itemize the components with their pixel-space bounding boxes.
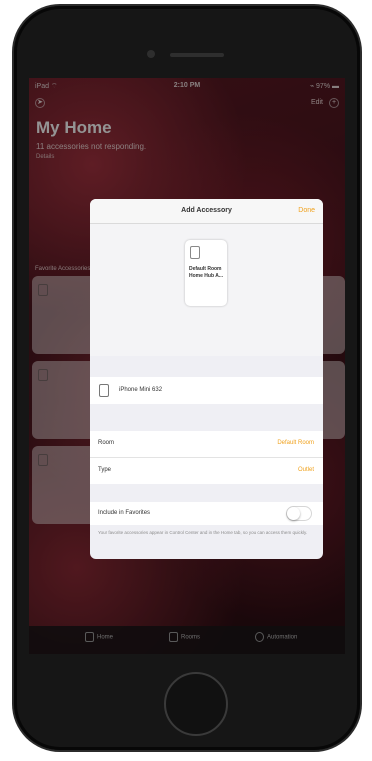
- favorites-row: Include in Favorites: [90, 502, 323, 525]
- room-value[interactable]: Default Room: [277, 440, 314, 446]
- earpiece-speaker: [170, 53, 224, 57]
- sheet-title: Add Accessory: [181, 207, 232, 214]
- favorites-footnote: Your favorite accessories appear in Cont…: [98, 530, 308, 535]
- accessory-preview: Default Room Home Hub A...: [90, 224, 323, 356]
- preview-tile: Default Room Home Hub A...: [185, 240, 227, 306]
- favorites-toggle[interactable]: [286, 506, 312, 521]
- type-label: Type: [98, 467, 112, 473]
- type-value[interactable]: Outlet: [298, 467, 314, 473]
- done-button[interactable]: Done: [298, 207, 315, 214]
- toggle-knob: [287, 507, 300, 520]
- sheet-header: Add Accessory Done: [90, 199, 323, 224]
- screen: iPad ⌔ 2:10 PM ⌁ 97% ▬ ➤ Edit + My Home …: [29, 78, 345, 654]
- add-accessory-sheet: Add Accessory Done Default Room Home Hub…: [90, 199, 323, 559]
- type-row[interactable]: Type Outlet: [90, 458, 323, 484]
- home-button[interactable]: [164, 672, 228, 736]
- front-camera: [147, 50, 155, 58]
- accessory-name[interactable]: iPhone Mini 632: [119, 387, 162, 393]
- outlet-icon: [99, 384, 109, 397]
- outlet-icon: [190, 246, 200, 259]
- phone-frame: iPad ⌔ 2:10 PM ⌁ 97% ▬ ➤ Edit + My Home …: [14, 6, 360, 750]
- room-label: Room: [98, 440, 115, 446]
- accessory-name-row[interactable]: iPhone Mini 632: [90, 377, 323, 404]
- favorites-label: Include in Favorites: [98, 510, 151, 516]
- room-row[interactable]: Room Default Room: [90, 431, 323, 458]
- preview-tile-text: Default Room Home Hub A...: [189, 266, 223, 279]
